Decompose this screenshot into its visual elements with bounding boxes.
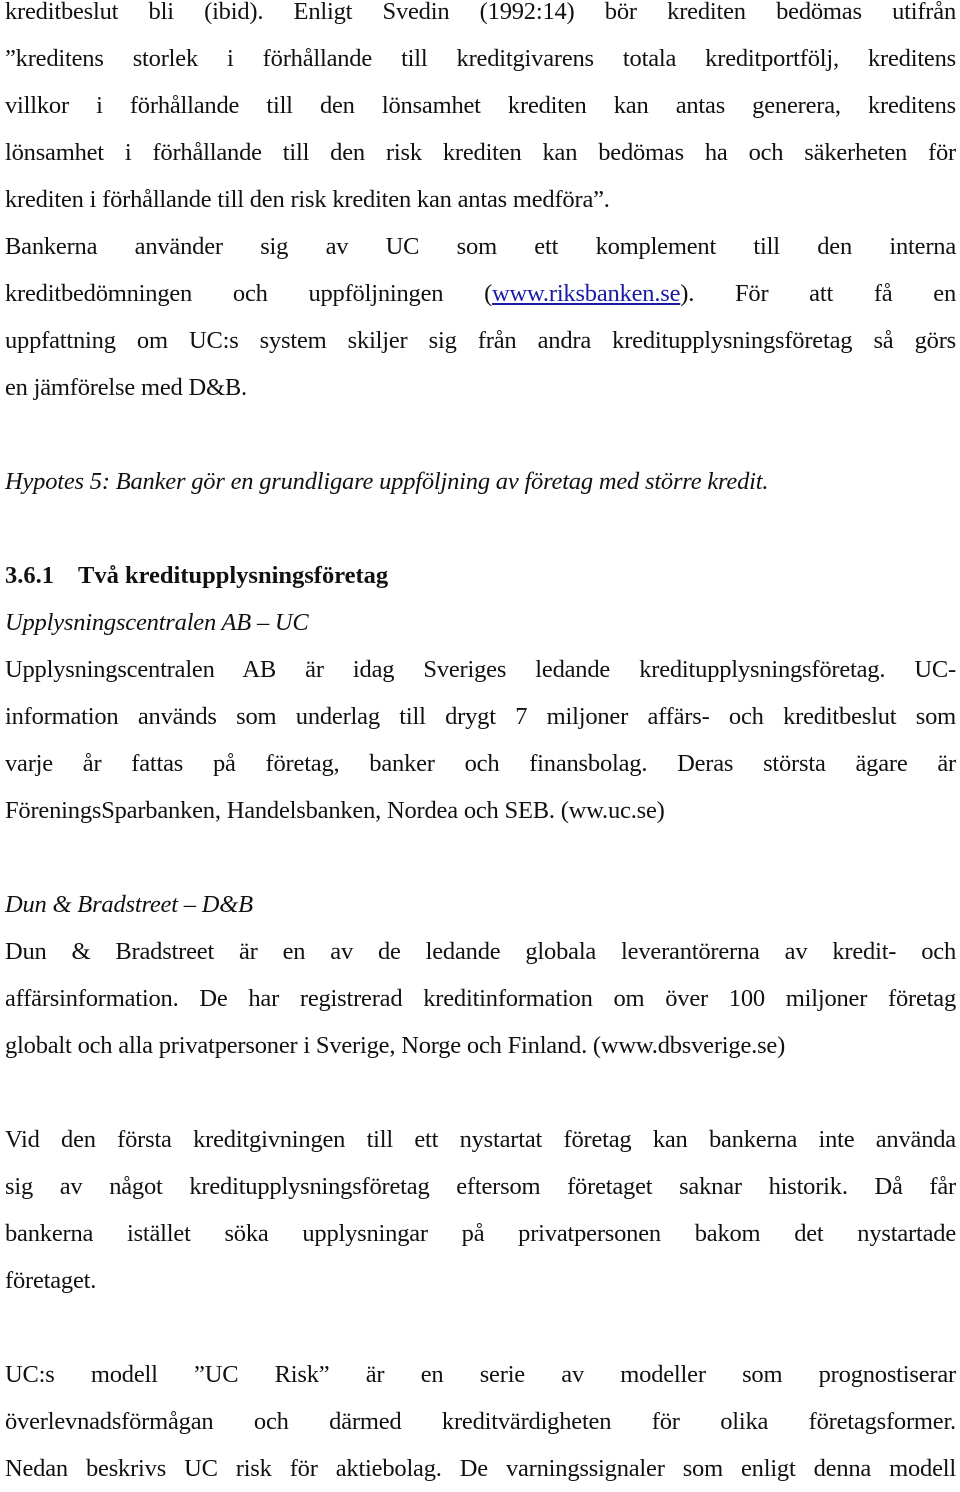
text-line: Bankerna använder sig av UC som ett komp… (5, 233, 956, 260)
uc-description-paragraph: Upplysningscentralen AB är idag Sveriges… (5, 646, 956, 834)
text-line: ”kreditens storlek i förhållande till kr… (5, 45, 956, 72)
section-heading: 3.6.1 Två kreditupplysningsföretag (5, 552, 956, 599)
db-subheading: Dun & Bradstreet – D&B (5, 881, 956, 928)
text-line: villkor i förhållande till den lönsamhet… (5, 92, 956, 119)
riksbanken-link[interactable]: www.riksbanken.se (492, 280, 680, 307)
hypothesis-5: Hypotes 5: Banker gör en grundligare upp… (5, 458, 956, 505)
text-line: affärsinformation. De har registrerad kr… (5, 985, 956, 1012)
text-line: bankerna istället söka upplysningar på p… (5, 1220, 956, 1247)
subheading-text: Upplysningscentralen AB – UC (5, 609, 309, 636)
text-line: Upplysningscentralen AB är idag Sveriges… (5, 656, 956, 683)
db-description-paragraph: Dun & Bradstreet är en av de ledande glo… (5, 928, 956, 1069)
text-line: lönsamhet i förhållande till den risk kr… (5, 139, 956, 166)
text-line: UC:s modell ”UC Risk” är en serie av mod… (5, 1361, 956, 1388)
text-line: företaget. (5, 1267, 97, 1294)
text-line: information används som underlag till dr… (5, 703, 956, 730)
text-line: FöreningsSparbanken, Handelsbanken, Nord… (5, 797, 665, 824)
section-title: Två kreditupplysningsföretag (78, 562, 389, 589)
text-line: varje år fattas på företag, banker och f… (5, 750, 956, 777)
subheading-text: Dun & Bradstreet – D&B (5, 891, 253, 918)
uc-risk-paragraph: UC:s modell ”UC Risk” är en serie av mod… (5, 1351, 956, 1492)
document-page: kreditbeslut bli (ibid). Enligt Svedin (… (5, 0, 956, 1492)
text-line: överlevnadsförmågan och därmed kreditvär… (5, 1408, 956, 1435)
text-line: sig av något kreditupplysningsföretag ef… (5, 1173, 956, 1200)
section-number: 3.6.1 (5, 562, 54, 589)
text-line: Dun & Bradstreet är en av de ledande glo… (5, 938, 956, 965)
intro-paragraph: kreditbeslut bli (ibid). Enligt Svedin (… (5, 0, 956, 223)
hypothesis-text: Hypotes 5: Banker gör en grundligare upp… (5, 468, 769, 495)
text-line: en jämförelse med D&B. (5, 374, 247, 401)
text-line: Vid den första kreditgivningen till ett … (5, 1126, 956, 1153)
text-line: uppfattning om UC:s system skiljer sig f… (5, 327, 956, 354)
text-segment: ). För att få en (680, 280, 956, 307)
text-segment: kreditbedömningen och uppföljningen ( (5, 280, 493, 307)
text-line: Nedan beskrivs UC risk för aktiebolag. D… (5, 1455, 956, 1482)
startup-paragraph: Vid den första kreditgivningen till ett … (5, 1116, 956, 1304)
text-line: globalt och alla privatpersoner i Sverig… (5, 1032, 786, 1059)
text-line: krediten i förhållande till den risk kre… (5, 186, 610, 213)
uc-complement-paragraph: Bankerna använder sig av UC som ett komp… (5, 223, 956, 411)
text-line: kreditbeslut bli (ibid). Enligt Svedin (… (5, 0, 956, 25)
text-line-with-link: kreditbedömningen och uppföljningen (www… (5, 270, 956, 317)
uc-subheading: Upplysningscentralen AB – UC (5, 599, 956, 646)
